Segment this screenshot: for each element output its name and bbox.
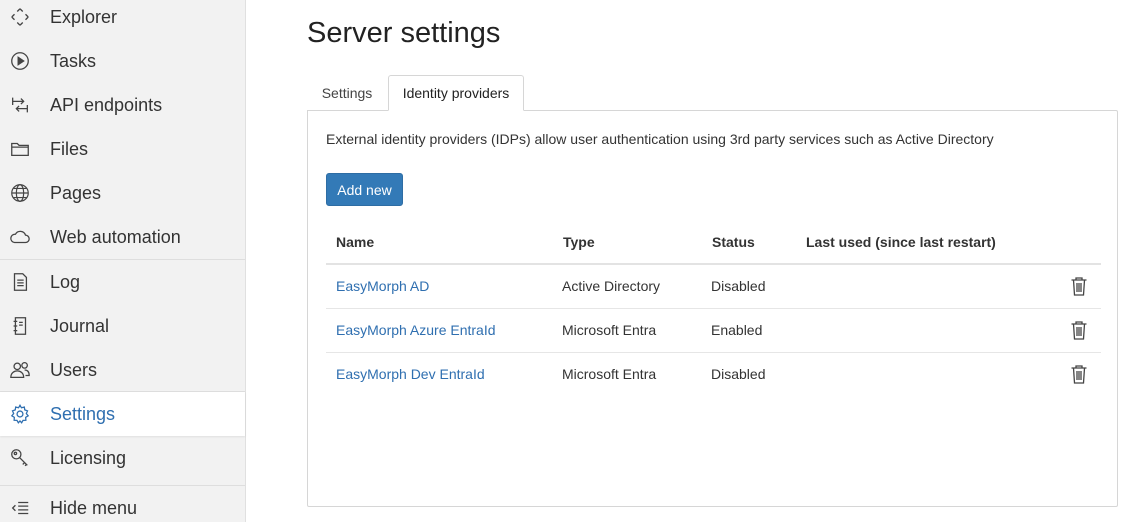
sidebar-item-label: Licensing [50,447,127,468]
sidebar-item-licensing[interactable]: Licensing [0,436,245,480]
idp-name-link[interactable]: EasyMorph Azure EntraId [336,322,496,338]
globe-icon [8,181,32,205]
sidebar-item-files[interactable]: Files [0,127,245,171]
idp-name-link[interactable]: EasyMorph AD [336,278,429,294]
sidebar-item-api-endpoints[interactable]: API endpoints [0,83,245,127]
sidebar-item-label: Web automation [50,226,181,247]
idp-status: Disabled [711,278,766,294]
sidebar-item-label: Settings [50,403,116,424]
hide-menu-label: Hide menu [50,497,138,518]
sidebar-item-log[interactable]: Log [0,260,245,304]
idp-type: Microsoft Entra [562,366,657,382]
sidebar-item-journal[interactable]: Journal [0,304,245,348]
sidebar-item-explorer[interactable]: Explorer [0,0,245,39]
folder-icon [8,137,32,161]
hide-menu-button[interactable]: Hide menu [0,486,245,530]
cloud-icon [8,225,32,249]
column-header-last-used: Last used (since last restart) [806,234,996,250]
sidebar-item-label: Journal [50,315,110,336]
trash-icon[interactable] [1070,276,1088,296]
notebook-icon [8,314,32,338]
document-icon [8,270,32,294]
sidebar-item-label: Explorer [50,6,118,27]
swap-arrows-icon [8,93,32,117]
sidebar-item-label: Users [50,359,98,380]
column-header-name: Name [336,234,375,250]
table-header-divider [326,263,1101,265]
gear-icon [8,402,32,426]
sidebar-item-label: Pages [50,182,102,203]
column-header-status: Status [712,234,755,250]
idp-name-link[interactable]: EasyMorph Dev EntraId [336,366,485,382]
table-row-divider [326,352,1101,353]
trash-icon[interactable] [1070,364,1088,384]
sidebar: Explorer Tasks API endpoints Files Pages… [0,0,246,522]
column-header-type: Type [563,234,595,250]
sidebar-item-label: Files [50,138,89,159]
play-circle-icon [8,49,32,73]
sidebar-item-settings[interactable]: Settings [0,392,245,436]
page-title: Server settings [307,17,501,49]
users-icon [8,358,32,382]
sidebar-item-users[interactable]: Users [0,348,245,392]
add-new-button[interactable]: Add new [326,173,403,206]
collapse-menu-icon [8,496,32,520]
idp-type: Active Directory [562,278,661,294]
tab-settings[interactable]: Settings [307,75,387,111]
sidebar-item-label: API endpoints [50,94,163,115]
sidebar-item-tasks[interactable]: Tasks [0,39,245,83]
tab-identity-providers[interactable]: Identity providers [388,75,524,111]
trash-icon[interactable] [1070,320,1088,340]
idp-description: External identity providers (IDPs) allow… [326,131,994,147]
idp-status: Disabled [711,366,766,382]
move-arrows-icon [8,5,32,29]
idp-type: Microsoft Entra [562,322,657,338]
key-icon [8,446,32,470]
idp-status: Enabled [711,322,763,338]
sidebar-item-label: Log [50,271,81,292]
sidebar-item-pages[interactable]: Pages [0,171,245,215]
sidebar-item-label: Tasks [50,50,97,71]
table-row-divider [326,308,1101,309]
sidebar-item-web-automation[interactable]: Web automation [0,215,245,259]
